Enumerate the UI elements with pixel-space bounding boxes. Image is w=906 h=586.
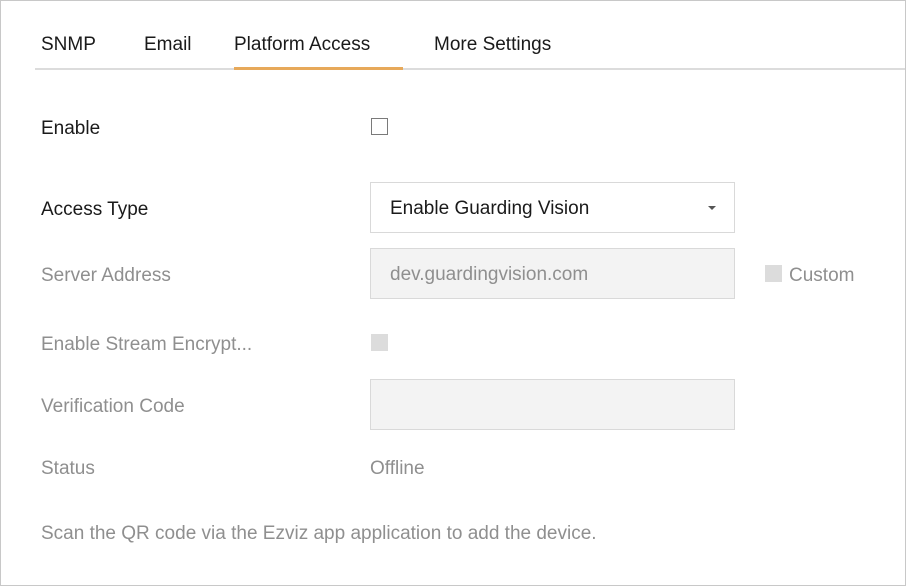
server-address-value: dev.guardingvision.com <box>390 264 589 285</box>
tab-bar-divider <box>35 68 905 70</box>
access-type-label: Access Type <box>41 199 149 220</box>
active-tab-indicator <box>234 67 403 70</box>
access-type-selected-value: Enable Guarding Vision <box>390 198 590 219</box>
qr-scan-hint: Scan the QR code via the Ezviz app appli… <box>41 523 597 544</box>
status-label: Status <box>41 458 95 479</box>
tab-more-settings[interactable]: More Settings <box>434 34 551 56</box>
server-address-field: dev.guardingvision.com <box>370 248 735 299</box>
server-address-label: Server Address <box>41 265 171 286</box>
enable-checkbox[interactable] <box>371 118 388 135</box>
stream-encryption-checkbox <box>371 334 388 351</box>
access-type-select[interactable]: Enable Guarding Vision <box>370 182 735 233</box>
chevron-down-icon <box>708 206 716 210</box>
custom-server-label: Custom <box>789 265 855 286</box>
status-value: Offline <box>370 458 425 479</box>
custom-server-checkbox <box>765 265 782 282</box>
enable-label: Enable <box>41 118 101 139</box>
tab-email[interactable]: Email <box>144 34 192 56</box>
verification-code-label: Verification Code <box>41 396 185 417</box>
platform-access-panel: SNMP Email Platform Access More Settings… <box>0 0 906 586</box>
tab-snmp[interactable]: SNMP <box>41 34 96 56</box>
verification-code-field <box>370 379 735 430</box>
tab-platform-access[interactable]: Platform Access <box>234 34 370 56</box>
stream-encryption-label: Enable Stream Encrypt... <box>41 334 253 355</box>
